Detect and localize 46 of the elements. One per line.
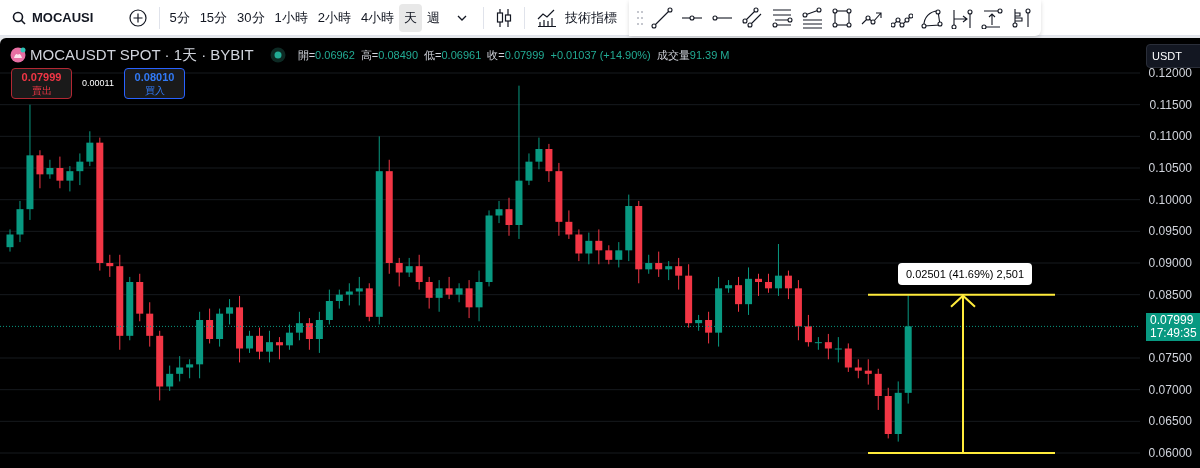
price-axis-label: 0.07000 [1148,382,1192,397]
rectangle-icon[interactable] [831,6,854,29]
change-value: +0.01037 (+14.90%) [550,48,651,63]
coin-logo-icon[interactable] [10,47,26,64]
arc-icon[interactable] [921,6,944,29]
currency-dropdown[interactable]: USDT [1146,44,1200,68]
pitchfork-icon[interactable] [801,6,824,29]
ohlc-value: 收=0.07999 [487,48,545,63]
symbol-search[interactable]: MOCAUSI [0,3,102,32]
symbol-title: MOCAUSDT SPOT · 1天 · BYBIT [30,45,254,65]
fib-lines-icon[interactable] [771,6,794,29]
price-text: 0.07999 [1150,314,1195,328]
price-axis-label: 0.08500 [1148,287,1192,302]
price-axis-label: 0.10500 [1148,161,1192,175]
price-axis-label: 0.07500 [1148,351,1192,365]
market-open-dot-icon[interactable] [269,47,286,64]
long-position-icon[interactable] [1011,6,1034,29]
ohlc-value: 低=0.06961 [424,48,482,63]
price-axis-label: 0.06500 [1148,414,1192,429]
price-axis-label: 0.09500 [1148,224,1192,239]
spread-value: 0.00011 [81,76,115,90]
drag-handle-icon[interactable] [637,10,644,25]
trend-line-icon[interactable] [651,6,674,29]
measure-label: 0.02501 (41.69%) 2,501 [898,262,1033,286]
buy-button[interactable]: 0.08010 買入 [124,68,185,99]
ohlc-value: 高=0.08490 [360,48,419,63]
price-axis-label: 0.10000 [1148,192,1192,207]
countdown-text: 17:49:35 [1150,327,1196,341]
ohlc-value: 開=0.06962 [297,48,355,63]
indicators-button[interactable]: 技術指標 [537,7,626,28]
price-axis-label: 0.12000 [1148,66,1192,80]
parallel-lines-icon[interactable] [741,6,764,29]
line-chart-icon[interactable] [537,8,558,27]
volume-value: 成交量91.39 M [656,48,730,63]
candlestick-icon[interactable] [496,7,513,28]
price-axis-label: 0.06000 [1148,446,1192,460]
sell-button[interactable]: 0.07999 賣出 [11,68,72,99]
chevron-down-icon[interactable] [457,14,468,21]
search-icon[interactable] [12,10,26,25]
price-axis-label: 0.11500 [1149,97,1192,112]
price-axis-label: 0.11000 [1149,129,1192,144]
date-range-icon[interactable] [951,6,974,29]
price-range-icon[interactable] [981,6,1004,29]
price-axis-label: 0.09000 [1148,256,1192,270]
add-symbol-button[interactable] [129,8,148,27]
interval-tab[interactable]: 天 [399,3,423,32]
